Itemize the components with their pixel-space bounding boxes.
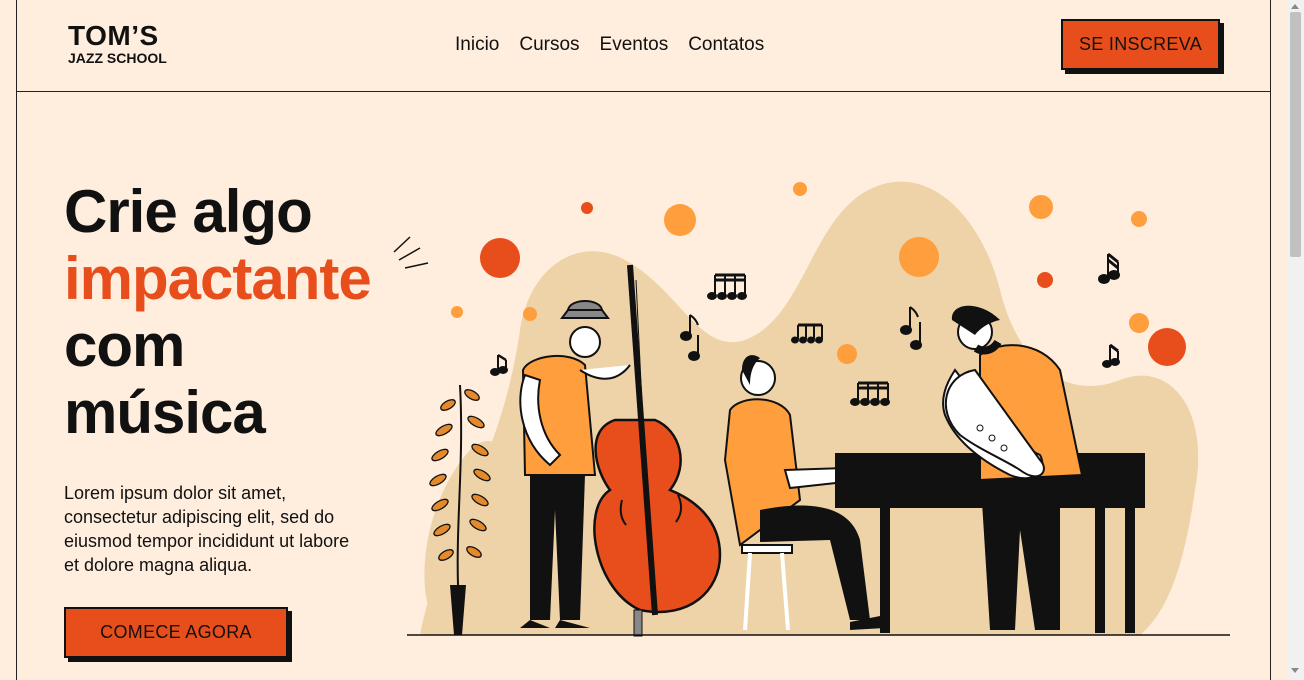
- hero-title-line-1: Crie algo: [64, 178, 313, 245]
- scrollbar[interactable]: [1287, 0, 1304, 680]
- scroll-down-arrow-icon[interactable]: [1291, 668, 1299, 673]
- nav-contatos[interactable]: Contatos: [688, 34, 764, 56]
- subscribe-button[interactable]: SE INSCREVA: [1061, 19, 1220, 70]
- jazz-band-illustration: [393, 181, 1230, 637]
- start-now-button[interactable]: COMECE AGORA: [64, 607, 288, 658]
- page-frame-right: [1270, 0, 1271, 680]
- hero-title-accent: impactante: [64, 245, 372, 312]
- logo-subtitle: JAZZ SCHOOL: [68, 50, 167, 66]
- nav-cursos[interactable]: Cursos: [519, 34, 579, 56]
- scroll-thumb[interactable]: [1290, 12, 1301, 257]
- nav-inicio[interactable]: Inicio: [455, 34, 499, 56]
- logo[interactable]: TOM’S JAZZ SCHOOL: [68, 20, 167, 67]
- hero-title: Crie algo impactante com música: [64, 178, 372, 446]
- nav-eventos[interactable]: Eventos: [600, 34, 669, 56]
- logo-title: TOM’S: [68, 20, 159, 51]
- page-frame-left: [16, 0, 17, 680]
- scroll-up-arrow-icon[interactable]: [1291, 4, 1299, 9]
- hero-title-line-3: com: [64, 312, 185, 379]
- hero-title-line-4: música: [64, 379, 266, 446]
- main-nav: Inicio Cursos Eventos Contatos: [455, 34, 764, 56]
- hero-description: Lorem ipsum dolor sit amet, consectetur …: [64, 483, 350, 575]
